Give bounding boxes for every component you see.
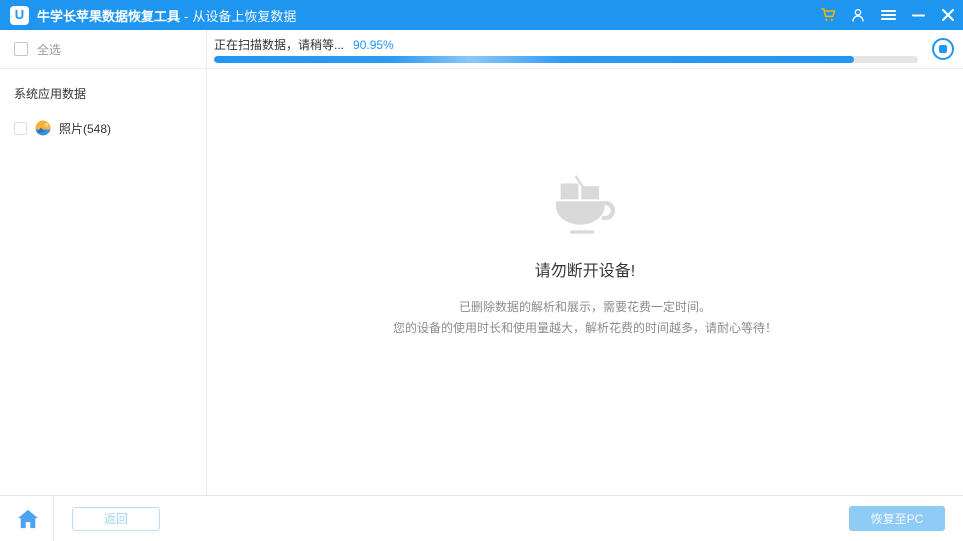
app-name: 牛学长苹果数据恢复工具 — [37, 8, 181, 24]
warning-title: 请勿断开设备! — [534, 263, 636, 280]
home-button[interactable] — [15, 506, 41, 532]
progress-bar — [214, 56, 918, 63]
app-logo-icon: U — [10, 5, 29, 25]
app-logo-letter: U — [14, 6, 25, 22]
title-separator: - — [184, 8, 189, 24]
scan-header: 正在扫描数据，请稍等... 90.95% — [207, 30, 963, 69]
photo-icon — [35, 120, 51, 136]
footer-bar: 返回 恢复至PC — [0, 495, 963, 541]
user-icon[interactable] — [843, 0, 873, 30]
sidebar-item-photos[interactable]: 照片(548) — [0, 117, 206, 139]
close-icon[interactable] — [933, 0, 963, 30]
section-label: 系统应用数据 — [14, 87, 87, 101]
titlebar: U 牛学长苹果数据恢复工具 - 从设备上恢复数据 — [0, 0, 963, 30]
window-title: 牛学长苹果数据恢复工具 - 从设备上恢复数据 — [37, 6, 296, 25]
scan-progress-fill — [214, 56, 855, 63]
select-all-row: 全选 — [0, 30, 206, 69]
home-icon — [18, 509, 38, 528]
select-all-label: 全选 — [37, 42, 62, 57]
content-area: 请勿断开设备! 已删除数据的解析和展示，需要花费一定时间。 您的设备的使用时长和… — [207, 69, 963, 495]
sidebar: 全选 系统应用数据 照片(548) — [0, 30, 207, 495]
stop-icon — [939, 45, 947, 53]
recover-to-pc-button[interactable]: 恢复至PC — [849, 506, 945, 531]
scan-status-text: 正在扫描数据，请稍等... — [214, 38, 345, 52]
coffee-cup-icon — [555, 175, 616, 234]
footer-divider — [53, 496, 54, 541]
description-line-1: 已删除数据的解析和展示，需要花费一定时间。 — [458, 300, 711, 314]
app-body: 全选 系统应用数据 照片(548) 正在扫描数据，请稍等... 90.95% 请… — [0, 30, 963, 495]
photos-checkbox[interactable] — [14, 121, 27, 135]
description-line-2: 您的设备的使用时长和使用量越大，解析花费的时间越多，请耐心等待！ — [392, 321, 777, 335]
cart-icon[interactable] — [813, 0, 843, 30]
warning-description: 已删除数据的解析和展示，需要花费一定时间。 您的设备的使用时长和使用量越大，解析… — [393, 297, 777, 339]
sidebar-tree: 系统应用数据 照片(548) — [0, 69, 206, 155]
context-title: 从设备上恢复数据 — [192, 8, 297, 24]
photos-label: 照片(548) — [59, 121, 112, 136]
scan-progress-block: 正在扫描数据，请稍等... 90.95% — [214, 35, 918, 63]
app-window: U 牛学长苹果数据恢复工具 - 从设备上恢复数据 全选 系统应用数据 照片(54… — [0, 0, 963, 541]
scan-percent: 90.95% — [353, 38, 394, 52]
menu-icon[interactable] — [873, 0, 903, 30]
main-panel: 正在扫描数据，请稍等... 90.95% 请勿断开设备! 已删除数据的解析和展示… — [207, 30, 963, 495]
select-all-checkbox[interactable] — [14, 42, 28, 56]
minimize-icon[interactable] — [903, 0, 933, 30]
stop-scan-button[interactable] — [932, 38, 954, 60]
back-button[interactable]: 返回 — [72, 506, 160, 531]
titlebar-controls — [813, 0, 963, 30]
